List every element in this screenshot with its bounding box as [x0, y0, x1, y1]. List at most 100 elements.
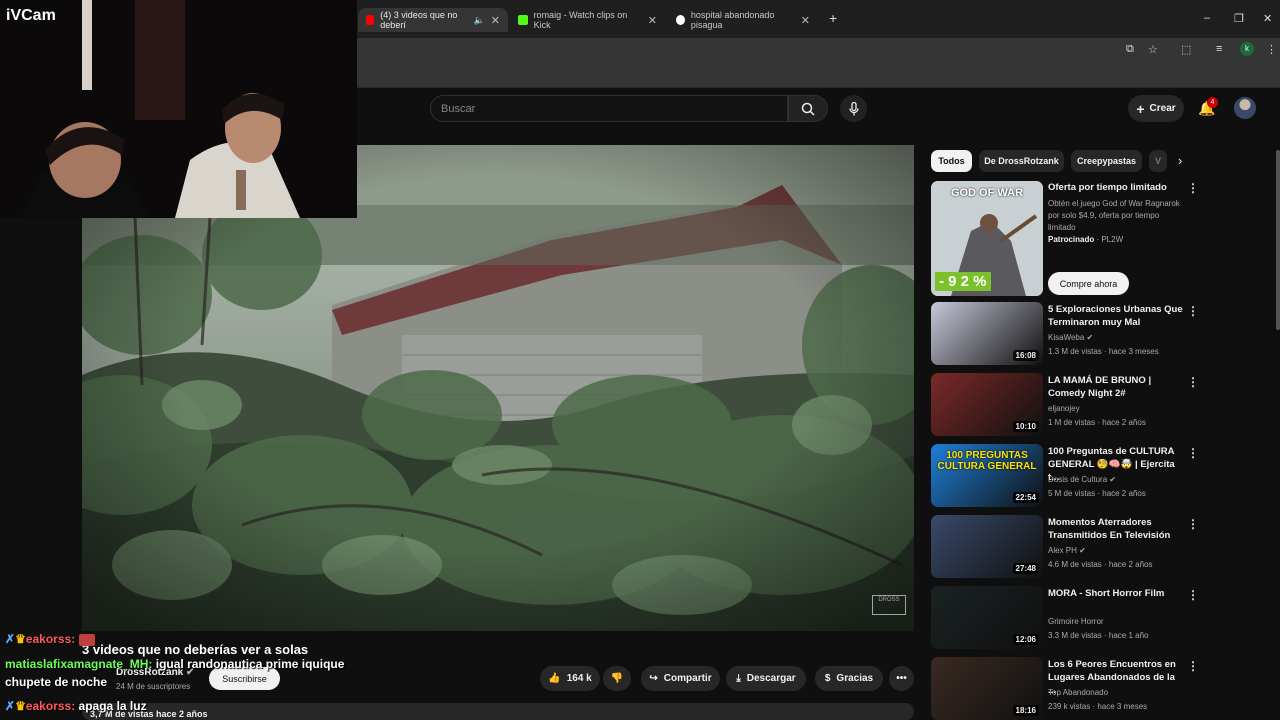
- discount-badge: - 9 2 %: [935, 272, 991, 291]
- video-channel[interactable]: KisaWeba ✔: [1048, 333, 1093, 342]
- more-actions-button[interactable]: •••: [889, 666, 914, 691]
- video-title-link[interactable]: LA MAMÁ DE BRUNO | Comedy Night 2#: [1048, 374, 1184, 400]
- channel-name-text: Dosis de Cultura: [1048, 475, 1108, 484]
- account-avatar[interactable]: [1234, 97, 1256, 119]
- video-channel[interactable]: eljanojey: [1048, 404, 1080, 413]
- video-duration: 22:54: [1012, 492, 1039, 503]
- verified-icon: ✔: [1107, 475, 1117, 484]
- channel-name-text: Grimoire Horror: [1048, 617, 1104, 626]
- notification-count-badge: 4: [1207, 97, 1218, 108]
- video-title-link[interactable]: Momentos Aterradores Transmitidos En Tel…: [1048, 516, 1184, 542]
- more-horizontal-icon: •••: [896, 673, 907, 684]
- video-duration: 18:16: [1012, 705, 1039, 716]
- channel-name-text: KisaWeba: [1048, 333, 1085, 342]
- chat-text: igual randonautica prime iquique: [155, 657, 345, 671]
- search-button[interactable]: [788, 95, 828, 122]
- close-tab-icon[interactable]: ✕: [648, 14, 657, 27]
- bookmark-star-icon[interactable]: ☆: [1148, 43, 1158, 56]
- browser-menu-icon[interactable]: ⋮: [1266, 43, 1277, 56]
- chat-message: ✗♛eakorss: apaga la luz: [5, 699, 147, 713]
- channel-watermark: DROSS: [872, 595, 906, 615]
- voice-search-button[interactable]: [840, 95, 867, 122]
- chat-message: ✗♛eakorss:: [5, 632, 95, 646]
- video-thumbnail[interactable]: 10:10: [931, 373, 1043, 436]
- chevron-right-icon[interactable]: ›: [1178, 153, 1182, 168]
- tab-kick[interactable]: romaig - Watch clips on Kick ✕: [510, 8, 665, 32]
- thumbs-down-icon: 👎: [610, 673, 624, 684]
- create-button[interactable]: + Crear: [1128, 95, 1184, 122]
- minimize-button[interactable]: –: [1204, 12, 1210, 24]
- close-window-button[interactable]: ✕: [1263, 12, 1272, 25]
- webcam-feed: [0, 0, 357, 218]
- video-menu-icon[interactable]: ⋮: [1187, 659, 1199, 673]
- scrollbar[interactable]: [1276, 150, 1280, 330]
- advertiser-name: PL2W: [1101, 235, 1124, 244]
- extensions-icon[interactable]: ⬚: [1181, 43, 1191, 56]
- like-count: 164 k: [566, 673, 592, 684]
- chat-username: eakorss:: [25, 699, 76, 713]
- dislike-button[interactable]: 👎: [603, 666, 631, 691]
- close-tab-icon[interactable]: ✕: [491, 14, 500, 27]
- video-menu-icon[interactable]: ⋮: [1187, 517, 1199, 531]
- ivcam-label: iVCam: [6, 7, 56, 24]
- ad-cta-button[interactable]: Compre ahora: [1048, 272, 1129, 295]
- restore-button[interactable]: ❐: [1234, 12, 1244, 25]
- video-channel[interactable]: Alex PH ✔: [1048, 546, 1086, 555]
- video-channel[interactable]: Top Abandonado: [1048, 688, 1108, 697]
- chip-drossrotzank[interactable]: De DrossRotzank: [979, 150, 1064, 172]
- channel-name-text: Alex PH: [1048, 546, 1077, 555]
- reading-list-icon[interactable]: ≡: [1216, 43, 1222, 55]
- like-button[interactable]: 👍 164 k: [540, 666, 600, 691]
- video-thumbnail[interactable]: 12:06: [931, 586, 1043, 649]
- video-duration: 27:48: [1012, 563, 1039, 574]
- video-channel[interactable]: Dosis de Cultura ✔: [1048, 475, 1116, 484]
- new-tab-button[interactable]: +: [829, 10, 837, 26]
- video-meta: 4.6 M de vistas · hace 2 años: [1048, 560, 1153, 569]
- video-channel[interactable]: Grimoire Horror: [1048, 617, 1104, 626]
- speaker-icon: 🔈: [473, 14, 485, 25]
- youtube-favicon-icon: [366, 15, 375, 25]
- profile-icon[interactable]: k: [1240, 42, 1254, 56]
- video-meta: 1.3 M de vistas · hace 3 meses: [1048, 347, 1159, 356]
- thanks-button[interactable]: $ Gracias: [815, 666, 883, 691]
- video-meta: 1 M de vistas · hace 2 años: [1048, 418, 1146, 427]
- kick-favicon-icon: [518, 15, 528, 25]
- verified-icon: ✔: [1076, 546, 1086, 555]
- tab-google[interactable]: hospital abandonado pisagua ✕: [668, 8, 818, 32]
- video-menu-icon[interactable]: ⋮: [1187, 588, 1199, 602]
- ad-title[interactable]: Oferta por tiempo limitado: [1048, 181, 1184, 194]
- thumbs-up-icon: 👍: [548, 673, 561, 684]
- video-menu-icon[interactable]: ⋮: [1187, 446, 1199, 460]
- close-tab-icon[interactable]: ✕: [801, 14, 810, 27]
- install-icon[interactable]: ⧉: [1126, 43, 1134, 56]
- tab-label: (4) 3 videos que no deberí: [380, 10, 458, 30]
- video-meta: 5 M de vistas · hace 2 años: [1048, 489, 1146, 498]
- share-label: Compartir: [663, 673, 712, 684]
- verified-icon: ✔: [1084, 333, 1094, 342]
- channel-name-text: Top Abandonado: [1048, 688, 1109, 697]
- share-button[interactable]: ↪ Compartir: [641, 666, 720, 691]
- chat-username: matiaslafixamagnate_MH:: [5, 657, 153, 671]
- tab-youtube[interactable]: (4) 3 videos que no deberí 🔈 ✕: [358, 8, 508, 32]
- ad-game-logo: GOD OF WAR: [950, 187, 1024, 199]
- video-title-link[interactable]: MORA - Short Horror Film: [1048, 587, 1184, 600]
- search-input[interactable]: Buscar: [430, 95, 788, 122]
- chip-creepypastas[interactable]: Creepypastas: [1071, 150, 1142, 172]
- chip-more[interactable]: V: [1149, 150, 1167, 172]
- video-menu-icon[interactable]: ⋮: [1187, 375, 1199, 389]
- super-thanks-icon: $: [824, 673, 831, 684]
- video-thumbnail[interactable]: 27:48: [931, 515, 1043, 578]
- webcam-overlay: iVCam: [0, 0, 357, 218]
- download-label: Descargar: [746, 673, 796, 684]
- chat-badges-icon: ✗: [5, 632, 16, 646]
- video-thumbnail[interactable]: 100 PREGUNTAS CULTURA GENERAL 22:54: [931, 444, 1043, 507]
- video-title-link[interactable]: 5 Exploraciones Urbanas Que Terminaron m…: [1048, 303, 1184, 329]
- download-button[interactable]: ⤓ Descargar: [726, 666, 806, 691]
- video-menu-icon[interactable]: ⋮: [1187, 304, 1199, 318]
- ad-thumbnail[interactable]: GOD OF WAR - 9 2 %: [931, 181, 1043, 296]
- video-thumbnail[interactable]: 18:16: [931, 657, 1043, 720]
- video-thumbnail[interactable]: 16:08: [931, 302, 1043, 365]
- description-box[interactable]: 3,7 M de vistas hace 2 años: [82, 703, 914, 720]
- chip-todos[interactable]: Todos: [931, 150, 972, 172]
- ad-menu-icon[interactable]: ⋮: [1187, 181, 1199, 195]
